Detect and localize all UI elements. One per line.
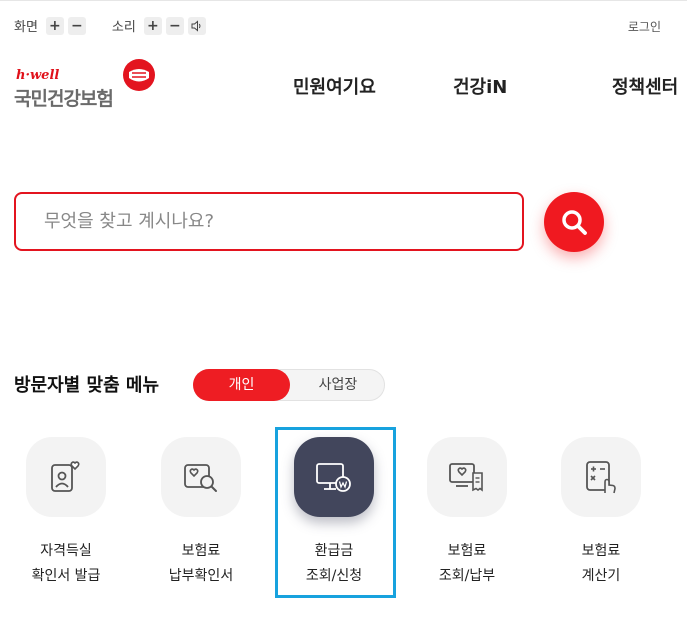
menu-item-icon-tile [561,437,641,517]
label-line-1: 자격득실 [40,543,92,559]
label-line-1: 보험료 [447,543,487,559]
accessibility-bar: 화면 + − 소리 + − [14,16,232,35]
screen-zoom-in-button[interactable]: + [45,16,64,35]
visitor-menu-title: 방문자별 맞춤 메뉴 [14,375,160,396]
volume-up-button[interactable]: + [143,16,162,35]
tab-business[interactable]: 사업장 [290,369,386,401]
volume-down-button[interactable]: − [165,16,184,35]
login-link[interactable]: 로그인 [628,18,661,35]
menu-item-premium-payment[interactable]: 보험료 조회/납부 [412,437,522,589]
label-line-2: 납부확인서 [168,568,234,584]
nhis-logo[interactable]: h·well 국민건강보험 [14,58,164,110]
highlight-frame [275,427,396,598]
menu-item-label: 자격득실 확인서 발급 [11,539,121,589]
top-divider [0,0,687,1]
menu-item-icon-tile [161,437,241,517]
label-line-1: 보험료 [181,543,221,559]
search-button[interactable] [544,192,604,252]
nav-health-in[interactable]: 건강iN [453,73,507,99]
logo-wordmark-en: h·well [16,68,60,83]
label-line-2: 확인서 발급 [31,568,101,584]
screen-zoom-out-button[interactable]: − [67,16,86,35]
menu-item-label: 보험료 계산기 [546,539,656,589]
speaker-icon [191,19,201,32]
sound-label: 소리 [111,20,136,35]
menu-item-label: 보험료 조회/납부 [412,539,522,589]
menu-item-payment-certificate[interactable]: 보험료 납부확인서 [146,437,256,589]
speaker-button[interactable] [187,16,206,35]
search-box [14,192,524,251]
menu-item-qualification-certificate[interactable]: 자격득실 확인서 발급 [11,437,121,589]
screen-label: 화면 [14,20,38,35]
logo-mark-icon [123,59,155,91]
calculator-icon [586,461,616,494]
menu-item-icon-tile [26,437,106,517]
label-line-2: 조회/납부 [438,568,496,584]
nav-complaints[interactable]: 민원여기요 [293,73,376,99]
screen-zoom-group: 화면 + − [14,16,90,35]
menu-item-label: 보험료 납부확인서 [146,539,256,589]
id-card-heart-icon [51,461,80,492]
menu-item-premium-calculator[interactable]: 보험료 계산기 [546,437,656,589]
label-line-2: 계산기 [581,568,621,584]
nav-policy-center[interactable]: 정책센터 [612,73,678,99]
sound-group: 소리 + − [112,16,210,35]
visitor-type-toggle: 개인 사업장 [193,369,385,401]
menu-item-icon-tile [427,437,507,517]
logo-wordmark-ko: 국민건강보험 [14,88,114,110]
tab-individual[interactable]: 개인 [193,369,290,401]
monitor-receipt-icon [449,463,483,492]
search-input[interactable] [16,194,522,249]
label-line-1: 보험료 [581,543,621,559]
document-search-icon [184,464,217,492]
search-icon [562,210,587,235]
